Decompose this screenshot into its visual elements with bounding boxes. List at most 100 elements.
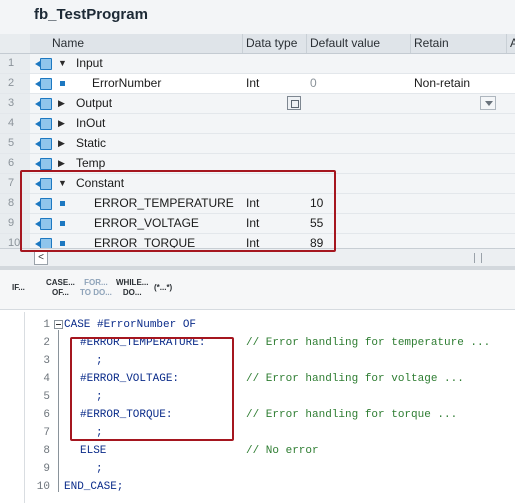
line-number: 5 (43, 391, 50, 403)
variable-name[interactable]: Temp (76, 154, 105, 173)
interface-icon (35, 218, 52, 230)
member-icon (60, 81, 65, 86)
block-title: fb_TestProgram (34, 6, 148, 23)
scroll-left-button[interactable]: < (34, 251, 48, 265)
interface-icon (35, 178, 52, 190)
variable-name[interactable]: Output (76, 94, 112, 113)
line-number: 6 (43, 409, 50, 421)
variable-name[interactable]: Static (76, 134, 106, 153)
line-number: 4 (43, 373, 50, 385)
column-header-name[interactable]: Name (52, 34, 84, 53)
row-number: 7 (0, 174, 30, 193)
line-number: 2 (43, 337, 50, 349)
fold-toggle-icon[interactable] (54, 320, 63, 329)
code-line[interactable]: 9; (0, 460, 515, 478)
member-icon (60, 221, 65, 226)
expand-arrow-icon[interactable]: ▶ (58, 114, 65, 133)
code-line[interactable]: 4 #ERROR_VOLTAGE: // Error handling for vo… (0, 370, 515, 388)
column-divider[interactable] (242, 34, 243, 53)
code-text: ; (96, 391, 103, 403)
column-divider[interactable] (506, 34, 507, 53)
data-type-browse-button[interactable] (287, 96, 301, 110)
code-text: #ERROR_VOLTAGE: (80, 373, 180, 385)
code-line[interactable]: 5; (0, 388, 515, 406)
column-header-default-value[interactable]: Default value (310, 34, 380, 53)
column-header-data-type[interactable]: Data type (246, 34, 297, 53)
variable-data-type[interactable]: Int (246, 74, 259, 93)
member-icon (60, 241, 65, 246)
row-number: 3 (0, 94, 30, 113)
code-comment: // Error handling for voltage ... (246, 373, 464, 385)
variable-name[interactable]: Input (76, 54, 103, 73)
while-button[interactable]: WHILE... DO... (116, 278, 148, 298)
header-rownum (0, 34, 30, 53)
expand-arrow-icon[interactable]: ▶ (58, 154, 65, 173)
collapse-arrow-icon[interactable]: ▼ (58, 174, 67, 193)
column-header-retain[interactable]: Retain (414, 34, 449, 53)
variable-name[interactable]: InOut (76, 114, 105, 133)
expand-arrow-icon[interactable]: ▶ (58, 134, 65, 153)
table-row[interactable]: 3 ▶ Output (0, 94, 515, 114)
table-row[interactable]: 9 ERROR_VOLTAGE Int 55 (0, 214, 515, 234)
line-number: 10 (36, 481, 50, 493)
horizontal-scrollbar[interactable]: < (0, 248, 515, 266)
collapse-arrow-icon[interactable]: ▼ (58, 54, 67, 73)
interface-icon (35, 58, 52, 70)
variable-retain[interactable]: Non-retain (414, 74, 470, 93)
code-text: ; (96, 463, 103, 475)
interface-icon (35, 198, 52, 210)
interface-icon (35, 98, 52, 110)
line-number: 8 (43, 445, 50, 457)
member-icon (60, 201, 65, 206)
if-button[interactable]: IF... (12, 283, 25, 293)
for-button[interactable]: FOR... TO DO... (80, 278, 112, 298)
variable-default-value[interactable]: 0 (310, 74, 317, 93)
column-header-accessible[interactable]: Ac (510, 34, 515, 53)
expand-arrow-icon[interactable]: ▶ (58, 94, 65, 113)
table-row[interactable]: 6 ▶ Temp (0, 154, 515, 174)
table-row[interactable]: 4 ▶ InOut (0, 114, 515, 134)
retain-dropdown-button[interactable] (480, 96, 496, 110)
variable-name[interactable]: ErrorNumber (92, 74, 161, 93)
variable-data-type[interactable]: Int (246, 194, 259, 213)
code-line[interactable]: 3; (0, 352, 515, 370)
interface-icon (35, 138, 52, 150)
code-line[interactable]: 7; (0, 424, 515, 442)
code-comment: // No error (246, 445, 319, 457)
variable-name[interactable]: ERROR_TEMPERATURE (94, 194, 234, 213)
code-line[interactable]: 1 CASE #ErrorNumber OF (0, 316, 515, 334)
line-number: 7 (43, 427, 50, 439)
variable-data-type[interactable]: Int (246, 214, 259, 233)
row-number: 4 (0, 114, 30, 133)
variable-name[interactable]: ERROR_VOLTAGE (94, 214, 199, 233)
variable-default-value[interactable]: 10 (310, 194, 323, 213)
table-row[interactable]: 7 ▼ Constant (0, 174, 515, 194)
case-button[interactable]: CASE... OF... (46, 278, 75, 298)
code-line[interactable]: 8 ELSE // No error (0, 442, 515, 460)
column-divider[interactable] (306, 34, 307, 53)
code-text: ; (96, 427, 103, 439)
column-divider[interactable] (410, 34, 411, 53)
line-number: 1 (43, 319, 50, 331)
case-label-top: CASE... (46, 278, 75, 287)
comment-button[interactable]: (*...*) (154, 283, 172, 293)
table-row[interactable]: 5 ▶ Static (0, 134, 515, 154)
comment-label: (*...*) (154, 283, 173, 292)
row-number: 2 (0, 74, 30, 93)
code-line[interactable]: 2 #ERROR_TEMPERATURE: // Error handling fo… (0, 334, 515, 352)
while-label-bottom: DO... (122, 288, 142, 297)
scroll-grip-icon[interactable] (474, 253, 482, 263)
code-comment: // Error handling for torque ... (246, 409, 458, 421)
code-text: END_CASE; (64, 481, 124, 493)
row-number: 5 (0, 134, 30, 153)
variable-name[interactable]: Constant (76, 174, 124, 193)
code-line[interactable]: 6 #ERROR_TORQUE: // Error handling for tor… (0, 406, 515, 424)
table-row[interactable]: 8 ERROR_TEMPERATURE Int 10 (0, 194, 515, 214)
table-row[interactable]: 2 ErrorNumber Int 0 Non-retain (0, 74, 515, 94)
code-line[interactable]: 10 END_CASE; (0, 478, 515, 496)
for-label-top: FOR... (84, 278, 108, 287)
variable-default-value[interactable]: 55 (310, 214, 323, 233)
code-text: ; (96, 355, 103, 367)
table-row[interactable]: 1 ▼ Input (0, 54, 515, 74)
code-editor[interactable]: 1 CASE #ErrorNumber OF 2 #ERROR_TEMPERATURE… (0, 312, 515, 503)
